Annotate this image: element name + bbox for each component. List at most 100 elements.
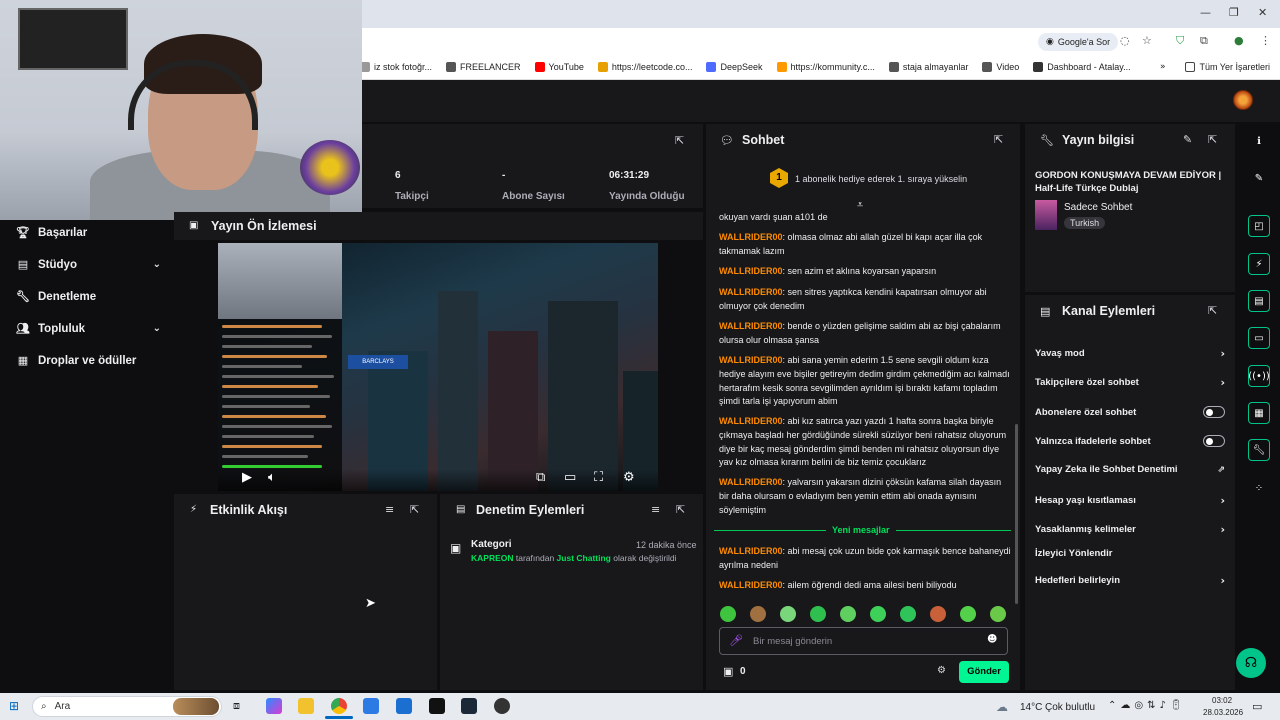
chat-username[interactable]: WALLRIDER00 bbox=[719, 232, 783, 242]
maximize-icon[interactable]: ❐ bbox=[1229, 6, 1239, 19]
close-window-icon[interactable]: ✕ bbox=[1258, 6, 1267, 19]
theater-icon[interactable]: ▭ bbox=[564, 470, 576, 485]
popout-icon[interactable]: ⇱ bbox=[1208, 133, 1217, 146]
channel-action-row[interactable]: Takipçilere özel sohbet › bbox=[1035, 376, 1225, 389]
chat-username[interactable]: WALLRIDER00 bbox=[719, 477, 783, 487]
notification-icon[interactable]: ▭ bbox=[1252, 700, 1262, 713]
chat-input[interactable]: 🎤︎ Bir mesaj gönderin ☻ bbox=[719, 627, 1008, 655]
all-bookmarks[interactable]: Tüm Yer İşaretleri bbox=[1185, 61, 1270, 72]
category-box-art[interactable] bbox=[1035, 200, 1057, 230]
popout-icon[interactable]: ⇱ bbox=[676, 503, 685, 516]
emote-icon[interactable] bbox=[900, 606, 916, 622]
edit-pencil-icon[interactable]: ✎ bbox=[1183, 133, 1192, 146]
star-icon[interactable]: ☆ bbox=[1142, 34, 1152, 47]
channel-action-row[interactable]: Hesap yaşı kısıtlaması › bbox=[1035, 494, 1225, 507]
popout-icon[interactable]: ⇱ bbox=[410, 503, 419, 516]
clip-icon[interactable]: ⧉ bbox=[536, 470, 545, 485]
emote-icon[interactable] bbox=[840, 606, 856, 622]
chat-username[interactable]: WALLRIDER00 bbox=[719, 546, 783, 556]
channel-action-row[interactable]: İzleyici Yönlendir bbox=[1035, 548, 1225, 559]
chat-username[interactable]: WALLRIDER00 bbox=[719, 355, 783, 365]
emote-icon[interactable] bbox=[990, 606, 1006, 622]
chat-scrollbar[interactable] bbox=[1015, 424, 1018, 604]
popout-icon[interactable]: ⇱ bbox=[675, 134, 684, 147]
google-ask-button[interactable]: ◉ Google'a Sor bbox=[1038, 33, 1119, 51]
channel-action-row[interactable]: Yasaklanmış kelimeler › bbox=[1035, 523, 1225, 536]
channel-action-row[interactable]: Abonelere özel sohbet bbox=[1035, 406, 1225, 418]
broadcast-action-icon[interactable]: ((•)) bbox=[1248, 365, 1270, 387]
chat-username[interactable]: WALLRIDER00 bbox=[719, 287, 783, 297]
more-bookmarks-icon[interactable]: » bbox=[1160, 62, 1166, 72]
toggle-switch[interactable] bbox=[1203, 406, 1225, 418]
emote-icon[interactable] bbox=[870, 606, 886, 622]
channel-points-icon[interactable]: ▣ bbox=[723, 665, 733, 678]
taskbar-search[interactable]: ⌕ Ara bbox=[32, 696, 222, 717]
chat-username[interactable]: WALLRIDER00 bbox=[719, 416, 783, 426]
copilot-icon[interactable] bbox=[266, 698, 282, 714]
channel-action-row[interactable]: Hedefleri belirleyin › bbox=[1035, 574, 1225, 587]
bookmark-item[interactable]: staja almayanlar bbox=[888, 61, 968, 72]
channel-action-row[interactable]: Yalnızca ifadelerle sohbet bbox=[1035, 435, 1225, 447]
fullscreen-icon[interactable]: ⛶ bbox=[594, 470, 603, 485]
chat-username[interactable]: WALLRIDER00 bbox=[719, 266, 783, 276]
mail-icon[interactable] bbox=[396, 698, 412, 714]
popout-icon[interactable]: ⇱ bbox=[1208, 304, 1217, 317]
play-icon[interactable]: ▶ bbox=[242, 470, 252, 485]
wrench-action-icon[interactable]: 🔧︎ bbox=[1248, 439, 1270, 461]
sidebar-item-drops[interactable]: ▦ Droplar ve ödüller bbox=[16, 354, 161, 367]
edit-pencil-icon[interactable]: ✎ bbox=[1248, 167, 1270, 189]
bookmark-item[interactable]: Dashboard - Atalay... bbox=[1033, 61, 1131, 72]
emote-icon[interactable] bbox=[960, 606, 976, 622]
toggle-switch[interactable] bbox=[1203, 435, 1225, 447]
hype-train-text[interactable]: 1 abonelik hediye ederek 1. sıraya yükse… bbox=[795, 174, 967, 184]
volume-icon[interactable]: 🔈︎ bbox=[268, 470, 276, 485]
store-icon[interactable] bbox=[363, 698, 379, 714]
obs-icon[interactable] bbox=[494, 698, 510, 714]
stream-category[interactable]: Sadece Sohbet bbox=[1064, 202, 1132, 213]
emote-icon[interactable] bbox=[810, 606, 826, 622]
bookmark-item[interactable]: https://leetcode.co... bbox=[597, 61, 692, 72]
send-button[interactable]: Gönder bbox=[959, 661, 1009, 683]
collapse-icon[interactable]: ⩡ bbox=[857, 198, 863, 212]
steam-icon[interactable] bbox=[461, 698, 477, 714]
task-view-icon[interactable]: ⧈ bbox=[233, 699, 240, 713]
bookmark-item[interactable]: iz stok fotoğr... bbox=[360, 61, 432, 72]
stream-preview-video[interactable]: BARCLAYS ▶ 🔈︎ ⧉ ▭ ⛶ ⚙ bbox=[218, 243, 658, 491]
bookmark-item[interactable]: Video bbox=[982, 61, 1019, 72]
channel-action-row[interactable]: Yavaş mod › bbox=[1035, 347, 1225, 360]
bookmark-item[interactable]: YouTube bbox=[534, 61, 584, 72]
filter-icon[interactable]: ≡ bbox=[651, 503, 660, 516]
sidebar-item-moderation[interactable]: 🔧︎ Denetleme bbox=[16, 290, 161, 303]
notes-action-icon[interactable]: ▤ bbox=[1248, 290, 1270, 312]
emote-icon[interactable] bbox=[930, 606, 946, 622]
profile-avatar-icon[interactable]: ● bbox=[1234, 34, 1244, 47]
emote-icon[interactable] bbox=[780, 606, 796, 622]
sidebar-item-studio[interactable]: ▤ Stüdyo ⌄ bbox=[16, 258, 161, 271]
filter-icon[interactable]: ≡ bbox=[385, 503, 394, 516]
more-actions-icon[interactable]: ⁘ bbox=[1248, 477, 1270, 499]
sidebar-item-achievements[interactable]: 🏆︎ Başarılar bbox=[16, 226, 161, 239]
popout-icon[interactable]: ⇱ bbox=[994, 133, 1003, 146]
minimize-icon[interactable]: — bbox=[1200, 6, 1211, 19]
clip-action-icon[interactable]: ◰ bbox=[1248, 215, 1270, 237]
chat-username[interactable]: WALLRIDER00 bbox=[719, 321, 783, 331]
chat-username[interactable]: WALLRIDER00 bbox=[719, 580, 783, 590]
file-explorer-icon[interactable] bbox=[298, 698, 314, 714]
chat-settings-icon[interactable]: ⚙ bbox=[937, 665, 946, 676]
shield-extension-icon[interactable]: ⛉ bbox=[1176, 34, 1184, 48]
chrome-icon[interactable] bbox=[331, 698, 347, 714]
eye-off-icon[interactable]: ◌ bbox=[1120, 34, 1130, 47]
emote-icon[interactable] bbox=[750, 606, 766, 622]
clock-date[interactable]: 28.03.2026 bbox=[1203, 708, 1243, 717]
emote-icon[interactable] bbox=[720, 606, 736, 622]
bookmark-item[interactable]: DeepSeek bbox=[706, 61, 763, 72]
tag-pill[interactable]: Turkish bbox=[1064, 217, 1106, 229]
clock-time[interactable]: 03:02 bbox=[1212, 696, 1232, 705]
app-a-icon[interactable] bbox=[429, 698, 445, 714]
bookmark-item[interactable]: FREELANCER bbox=[446, 61, 521, 72]
info-icon[interactable]: ℹ bbox=[1248, 130, 1270, 152]
bookmark-item[interactable]: https://kommunity.c... bbox=[776, 61, 875, 72]
settings-gear-icon[interactable]: ⚙ bbox=[623, 470, 635, 485]
system-tray-icons[interactable]: ⌃☁◎⇅♪🔋︎ bbox=[1108, 700, 1187, 711]
weather-temp[interactable]: 14°C bbox=[1020, 702, 1042, 713]
